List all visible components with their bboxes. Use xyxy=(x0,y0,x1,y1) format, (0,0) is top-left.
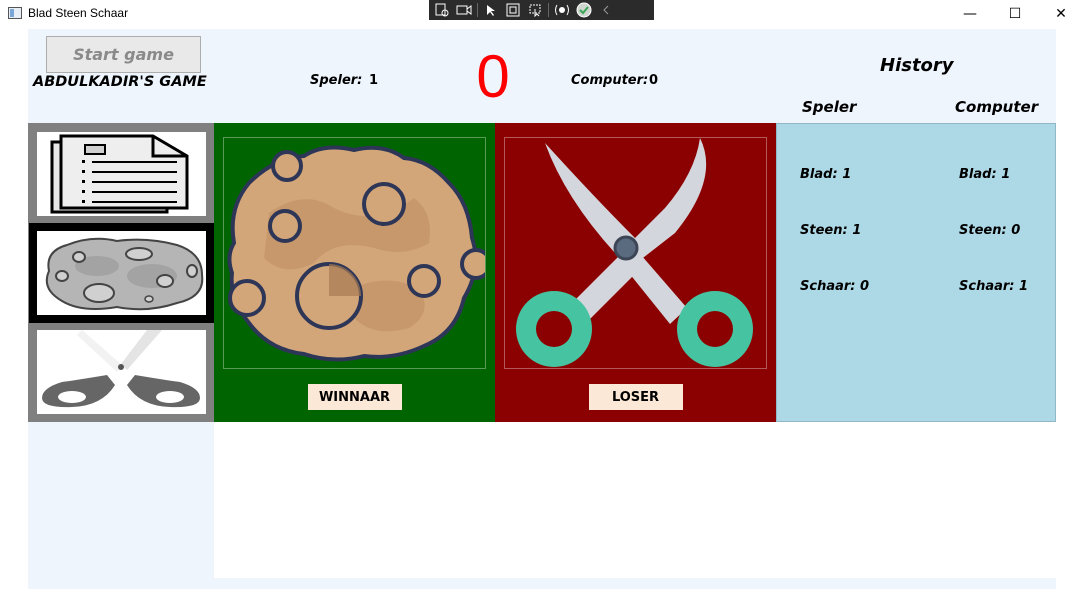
history-label: Steen: xyxy=(800,223,848,238)
display-adorners-icon[interactable] xyxy=(504,2,522,18)
history-col-player: Speler xyxy=(802,98,857,116)
hot-reload-icon[interactable] xyxy=(553,2,571,18)
maximize-button[interactable]: ☐ xyxy=(992,0,1038,28)
player-score-value: 1 xyxy=(369,73,379,88)
rock-choice[interactable] xyxy=(29,223,214,323)
debug-toolbar xyxy=(429,0,654,20)
live-visual-tree-icon[interactable] xyxy=(433,2,451,18)
history-value: 1 xyxy=(842,167,852,182)
title-bar: Blad Steen Schaar — ☐ ✕ xyxy=(0,0,1081,28)
history-label: Steen: xyxy=(959,223,1007,238)
history-col-computer: Computer xyxy=(955,98,1039,116)
track-focus-icon[interactable] xyxy=(526,2,544,18)
minimize-button[interactable]: — xyxy=(947,0,993,28)
history-player-rock: Steen: 1 xyxy=(800,223,861,238)
scissors-icon xyxy=(516,138,753,367)
history-label: Blad: xyxy=(800,167,838,182)
history-value: 0 xyxy=(1011,223,1021,238)
window-title: Blad Steen Schaar xyxy=(28,6,129,20)
scissors-choice[interactable] xyxy=(37,330,206,414)
round-score: 0 xyxy=(476,43,510,110)
computer-score-label: Computer: xyxy=(571,73,649,88)
history-label: Schaar: xyxy=(800,279,856,294)
history-value: 1 xyxy=(1001,167,1011,182)
choice-column xyxy=(28,123,214,422)
computer-score-value: 0 xyxy=(649,73,659,88)
toolbar-separator xyxy=(477,3,478,17)
start-game-button[interactable]: Start game xyxy=(46,36,201,73)
history-computer-rock: Steen: 0 xyxy=(959,223,1020,238)
history-panel: Blad: 1 Steen: 1 Schaar: 0 Blad: 1 Steen… xyxy=(776,123,1056,422)
history-computer-paper: Blad: 1 xyxy=(959,167,1010,182)
collapse-icon[interactable] xyxy=(597,2,615,18)
history-player-scissors: Schaar: 0 xyxy=(800,279,869,294)
hot-reload-ok-icon[interactable] xyxy=(575,2,593,18)
game-title: ABDULKADIR'S GAME xyxy=(33,74,207,90)
app-icon xyxy=(8,7,22,19)
history-label: Schaar: xyxy=(959,279,1015,294)
select-element-icon[interactable] xyxy=(482,2,500,18)
history-computer-scissors: Schaar: 1 xyxy=(959,279,1028,294)
history-player-paper: Blad: 1 xyxy=(800,167,851,182)
history-value: 1 xyxy=(852,223,862,238)
computer-choice-frame xyxy=(504,137,767,369)
record-icon[interactable] xyxy=(455,2,473,18)
paper-choice[interactable] xyxy=(37,132,206,216)
player-result-badge: WINNAAR xyxy=(307,384,402,410)
bottom-empty-area xyxy=(214,422,1056,578)
rock-icon xyxy=(227,145,492,362)
close-button[interactable]: ✕ xyxy=(1038,0,1081,28)
history-value: 1 xyxy=(1019,279,1029,294)
player-choice-panel: WINNAAR xyxy=(214,123,495,422)
paper-icon xyxy=(50,134,189,214)
computer-result-badge: LOSER xyxy=(588,384,683,410)
scissors-icon xyxy=(42,330,200,408)
history-label: Blad: xyxy=(959,167,997,182)
history-value: 0 xyxy=(860,279,870,294)
toolbar-separator xyxy=(548,3,549,17)
rock-icon xyxy=(45,237,204,311)
computer-choice-panel: LOSER xyxy=(495,123,776,422)
player-score-label: Speler: xyxy=(310,73,363,88)
history-title: History xyxy=(880,55,954,76)
player-choice-frame xyxy=(223,137,492,369)
game-window-client: Start game ABDULKADIR'S GAME Speler: 1 0… xyxy=(28,29,1056,589)
